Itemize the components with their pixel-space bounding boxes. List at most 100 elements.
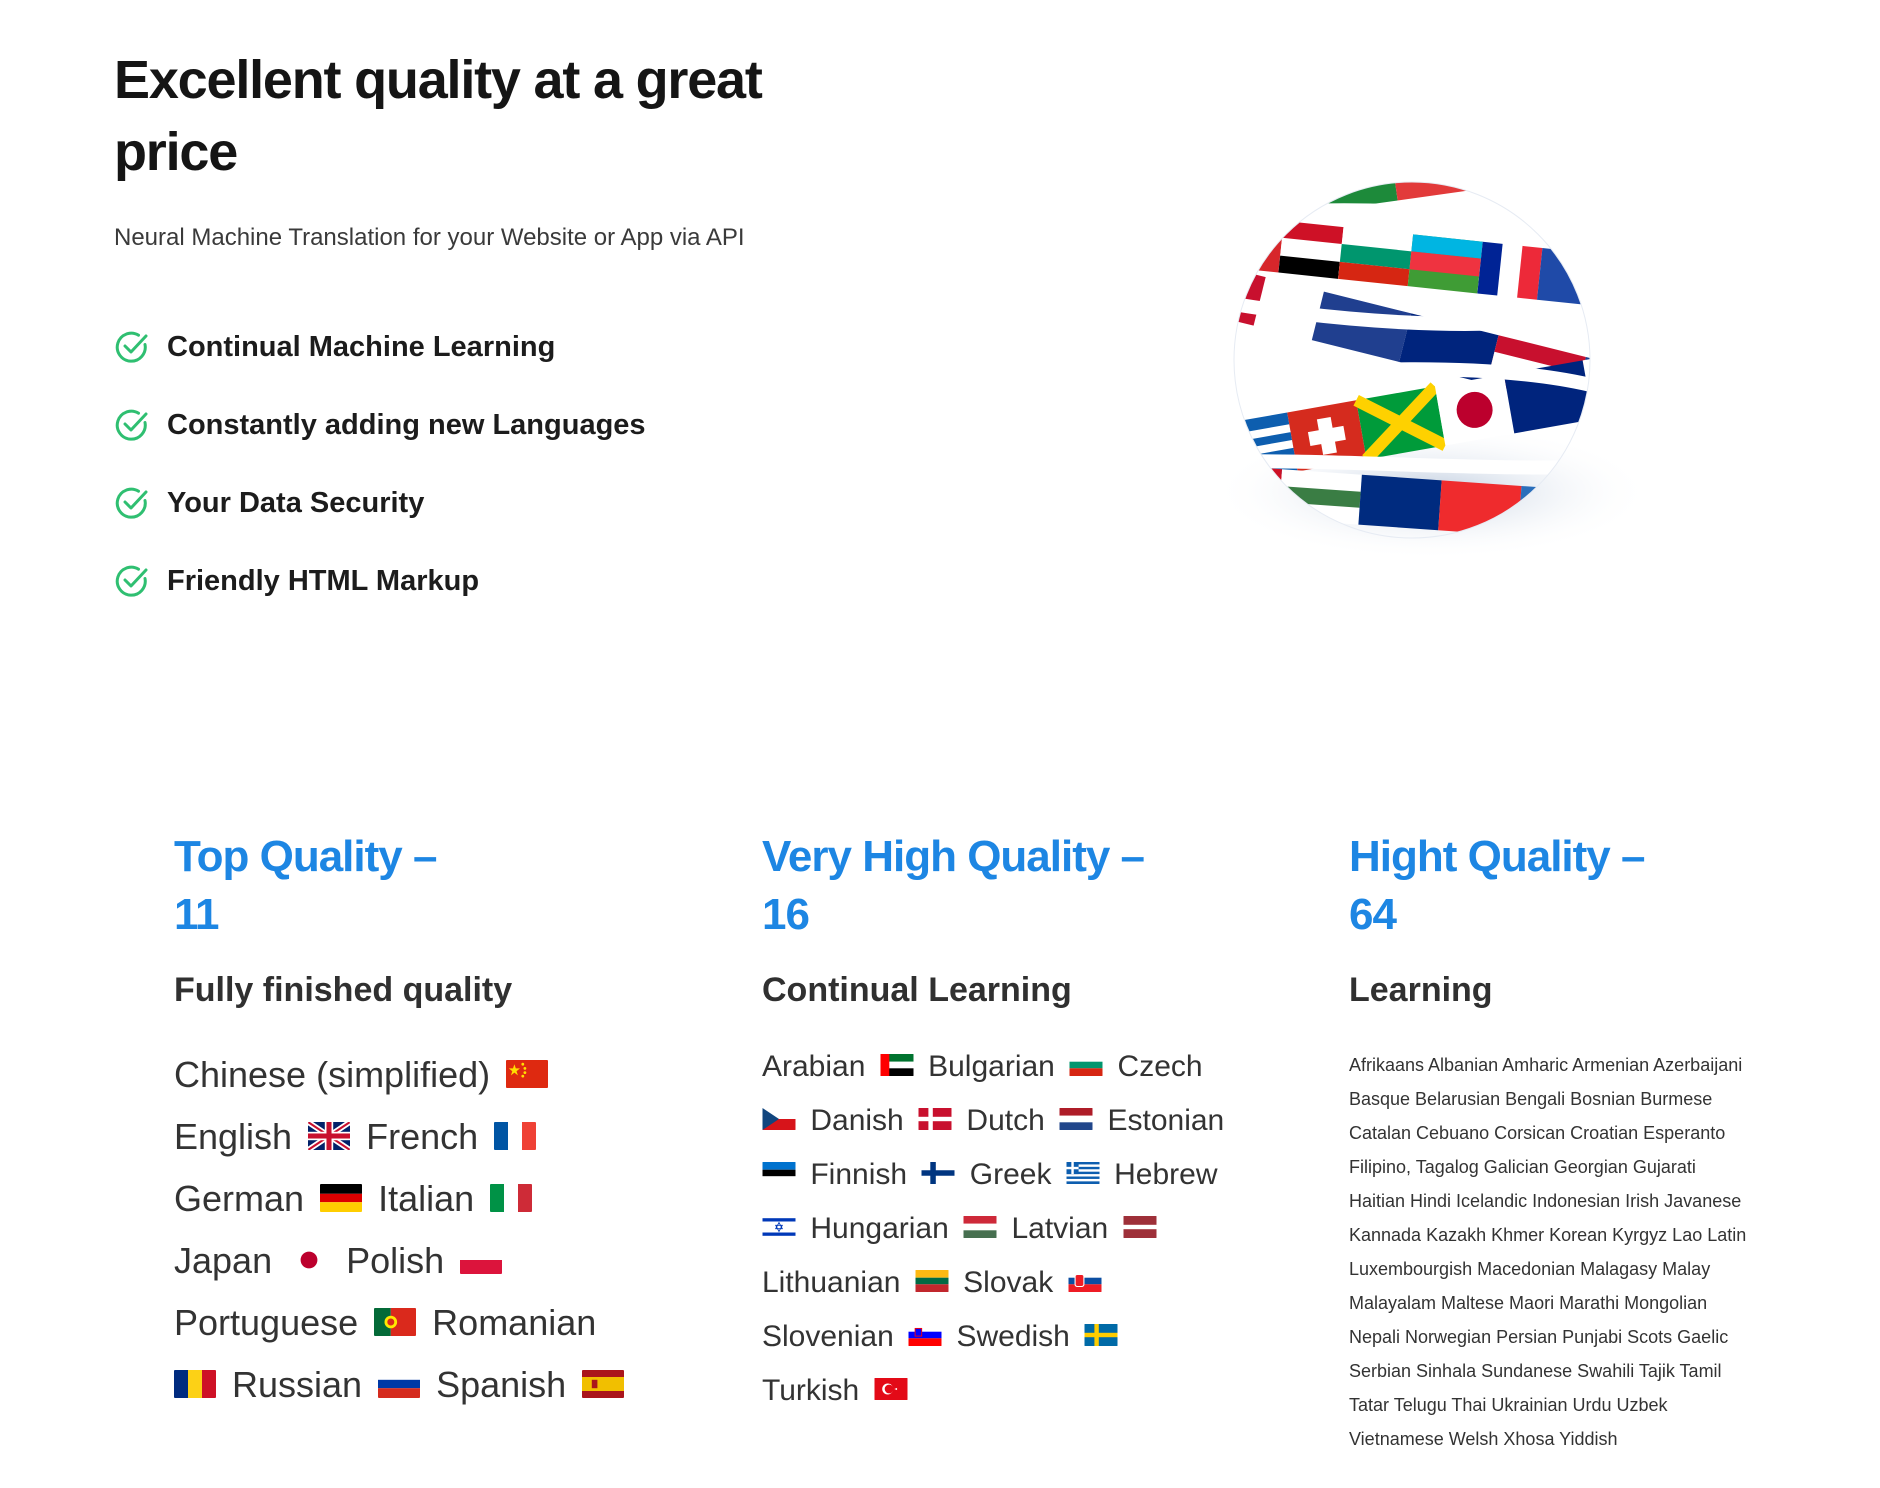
language-name: German	[174, 1178, 305, 1219]
flag-lt-icon	[915, 1270, 949, 1293]
feature-item: Friendly HTML Markup	[114, 542, 834, 620]
flag-de-icon	[320, 1184, 363, 1213]
flag-ro-icon	[174, 1370, 216, 1399]
flag-sk-icon	[1068, 1270, 1102, 1293]
tier-count: 64	[1349, 890, 1397, 939]
language-line: Haitian Hindi Icelandic Indonesian Irish…	[1349, 1191, 1742, 1211]
hero-section: Excellent quality at a great price Neura…	[114, 44, 834, 620]
tier-top-quality: Top Quality – 11 Fully finished quality …	[174, 828, 694, 1416]
feature-item: Continual Machine Learning	[114, 308, 834, 386]
language-line: Nepali Norwegian Persian Punjabi Scots G…	[1349, 1327, 1729, 1347]
tier-subtitle: Learning	[1349, 971, 1493, 1009]
tier-hight-quality: Hight Quality – 64 Learning Afrikaans Al…	[1349, 828, 1819, 1456]
flag-fr-icon	[494, 1122, 537, 1151]
tier-very-high-quality: Very High Quality – 16 Continual Learnin…	[762, 828, 1282, 1418]
language-line: Luxembourgish Macedonian Malagasy Malay	[1349, 1259, 1711, 1279]
feature-label: Continual Machine Learning	[167, 330, 556, 363]
language-row: Lithuanian Slovak	[762, 1256, 1282, 1310]
tier-language-list: Afrikaans Albanian Amharic Armenian Azer…	[1349, 1048, 1819, 1456]
language-line: Malayalam Maltese Maori Marathi Mongolia…	[1349, 1293, 1708, 1313]
language-name: Greek	[969, 1158, 1052, 1191]
language-name: English	[174, 1116, 293, 1157]
flag-cn-icon	[506, 1060, 549, 1089]
flag-cz-icon	[762, 1108, 796, 1131]
language-row: Russian Spanish	[174, 1354, 694, 1416]
flag-pt-icon	[374, 1308, 417, 1337]
tier-title: Very High Quality – 16	[762, 828, 1282, 944]
language-name: Polish	[346, 1240, 445, 1281]
language-name: Hungarian	[810, 1212, 949, 1245]
language-name: Danish	[810, 1104, 904, 1137]
language-line: Basque Belarusian Bengali Bosnian Burmes…	[1349, 1089, 1713, 1109]
tier-count: 11	[174, 890, 220, 939]
language-name: French	[366, 1116, 479, 1157]
language-name: Slovenian	[762, 1320, 894, 1353]
language-line: Tatar Telugu Thai Ukrainian Urdu Uzbek	[1349, 1395, 1668, 1415]
language-name: Romanian	[432, 1302, 597, 1343]
tier-subtitle: Fully finished quality	[174, 971, 513, 1009]
language-name: Turkish	[762, 1374, 860, 1407]
language-name: Hebrew	[1114, 1158, 1218, 1191]
flag-lv-icon	[1123, 1216, 1157, 1239]
flag-nl-icon	[1059, 1108, 1093, 1131]
language-name: Czech	[1117, 1050, 1203, 1083]
tier-language-list: Chinese (simplified) English French Germ…	[174, 1044, 694, 1416]
flag-bg-icon	[1069, 1054, 1103, 1077]
language-name: Japan	[174, 1240, 273, 1281]
language-row: Arabian Bulgarian Czech	[762, 1040, 1282, 1094]
flag-pl-icon	[460, 1246, 503, 1275]
language-line: Catalan Cebuano Corsican Croatian Espera…	[1349, 1123, 1726, 1143]
flag-hu-icon	[963, 1216, 997, 1239]
language-row: Finnish Greek Hebrew	[762, 1148, 1282, 1202]
language-row: Hungarian Latvian	[762, 1202, 1282, 1256]
feature-item: Your Data Security	[114, 464, 834, 542]
language-row: Portuguese Romanian	[174, 1292, 694, 1354]
language-row: Japan Polish	[174, 1230, 694, 1292]
tier-title: Hight Quality – 64	[1349, 828, 1819, 944]
flag-fi-icon	[921, 1162, 955, 1185]
flag-globe-illustration	[1170, 140, 1652, 580]
flag-il-icon	[762, 1216, 796, 1239]
language-name: Portuguese	[174, 1302, 359, 1343]
flag-it-icon	[490, 1184, 533, 1213]
language-name: Chinese (simplified)	[174, 1054, 491, 1095]
flag-gr-icon	[1066, 1162, 1100, 1185]
language-row: Chinese (simplified)	[174, 1044, 694, 1106]
flag-es-icon	[582, 1370, 625, 1399]
language-line: Filipino, Tagalog Galician Georgian Guja…	[1349, 1157, 1696, 1177]
language-name: Lithuanian	[762, 1266, 901, 1299]
language-row: Danish Dutch Estonian	[762, 1094, 1282, 1148]
flag-dk-icon	[918, 1108, 952, 1131]
language-row: German Italian	[174, 1168, 694, 1230]
flag-ru-icon	[378, 1370, 421, 1399]
check-circle-icon	[115, 487, 148, 519]
language-name: Latvian	[1011, 1212, 1109, 1245]
language-name: Italian	[378, 1178, 475, 1219]
language-name: Arabian	[762, 1050, 866, 1083]
globe-image	[1212, 181, 1652, 560]
tier-title-text: Very High Quality –	[762, 832, 1145, 881]
language-line: Serbian Sinhala Sundanese Swahili Tajik …	[1349, 1361, 1722, 1381]
feature-item: Constantly adding new Languages	[114, 386, 834, 464]
flag-jp-icon	[288, 1246, 331, 1275]
tier-title-text: Top Quality –	[174, 832, 437, 881]
tier-title-text: Hight Quality –	[1349, 832, 1645, 881]
language-name: Finnish	[810, 1158, 908, 1191]
flag-tr-icon	[874, 1378, 908, 1401]
check-circle-icon	[115, 565, 148, 597]
feature-list: Continual Machine Learning Constantly ad…	[114, 308, 834, 620]
language-row: Turkish	[762, 1364, 1282, 1418]
language-name: Swedish	[956, 1320, 1070, 1353]
language-line: Kannada Kazakh Khmer Korean Kyrgyz Lao L…	[1349, 1225, 1747, 1245]
tier-title: Top Quality – 11	[174, 828, 694, 944]
flag-ae-icon	[880, 1054, 914, 1077]
feature-label: Constantly adding new Languages	[167, 408, 646, 441]
language-name: Estonian	[1107, 1104, 1225, 1137]
language-line: Afrikaans Albanian Amharic Armenian Azer…	[1349, 1055, 1743, 1075]
page-title: Excellent quality at a great price	[114, 50, 763, 182]
language-row: English French	[174, 1106, 694, 1168]
feature-label: Your Data Security	[167, 486, 425, 519]
language-line: Vietnamese Welsh Xhosa Yiddish	[1349, 1429, 1618, 1449]
check-circle-icon	[115, 331, 148, 363]
language-row: Slovenian Swedish	[762, 1310, 1282, 1364]
